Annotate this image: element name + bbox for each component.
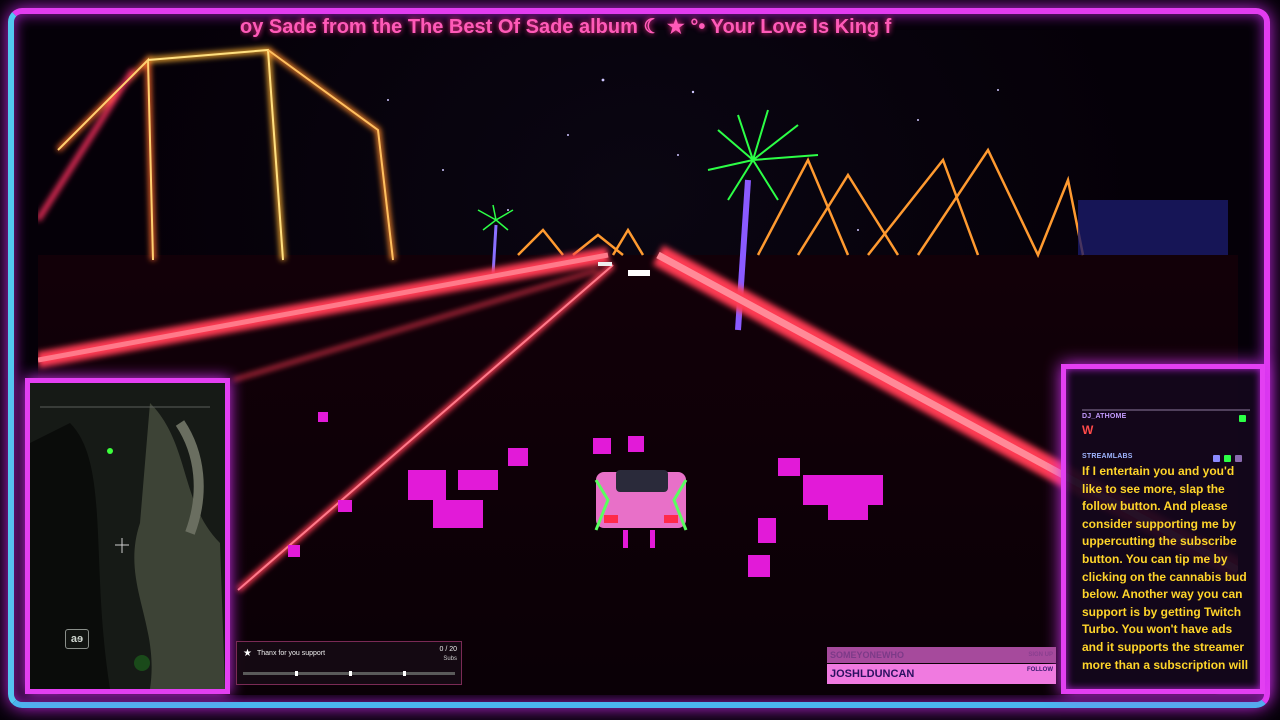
- star-icon: ★: [243, 648, 252, 659]
- sub-goal-progress-bar: [243, 671, 455, 676]
- chat-message: DJ_ATHOME W: [1082, 413, 1252, 437]
- webcam-panel: aɘ: [25, 378, 230, 694]
- chat-message: STREAMLABS If I entertain you and you'd …: [1082, 453, 1252, 674]
- sub-goal-unit: Subs: [443, 656, 457, 662]
- goal-milestone-marker: [349, 671, 352, 676]
- previous-follower-tag: SIGN UP: [1028, 652, 1053, 658]
- chat-username: DJ_ATHOME: [1082, 413, 1127, 420]
- now-playing-ticker: oy Sade from the The Best Of Sade album …: [240, 12, 1120, 42]
- sub-goal-label: Thanx for you support: [257, 650, 326, 657]
- goal-milestone-marker: [295, 671, 298, 676]
- chat-divider: [1082, 409, 1250, 411]
- follow-tag: FOLLOW: [1027, 667, 1053, 673]
- chat-message-text: If I entertain you and you'd like to see…: [1082, 464, 1249, 672]
- follow-alert: SOMEYONEWHO SIGN UP JOSHLDUNCAN FOLLOW: [827, 647, 1056, 685]
- latest-follower-name: JOSHLDUNCAN: [830, 668, 915, 680]
- webcam-feed: [30, 383, 225, 689]
- previous-follower-row: SOMEYONEWHO SIGN UP: [827, 647, 1056, 663]
- ticker-text: oy Sade from the The Best Of Sade album …: [240, 16, 892, 38]
- chat-panel: DJ_ATHOME W STREAMLABS If I entertain yo…: [1061, 364, 1265, 694]
- previous-follower-name: SOMEYONEWHO: [830, 650, 905, 660]
- sub-goal-count: 0 / 20: [439, 646, 457, 653]
- latest-follower-row: JOSHLDUNCAN FOLLOW: [827, 664, 1056, 684]
- chat-username: STREAMLABS: [1082, 453, 1133, 460]
- webcam-badge: aɘ: [65, 629, 89, 649]
- chat-message-text: W: [1082, 423, 1094, 437]
- sub-goal-widget: ★ Thanx for you support 0 / 20 Subs: [236, 641, 462, 685]
- goal-milestone-marker: [403, 671, 406, 676]
